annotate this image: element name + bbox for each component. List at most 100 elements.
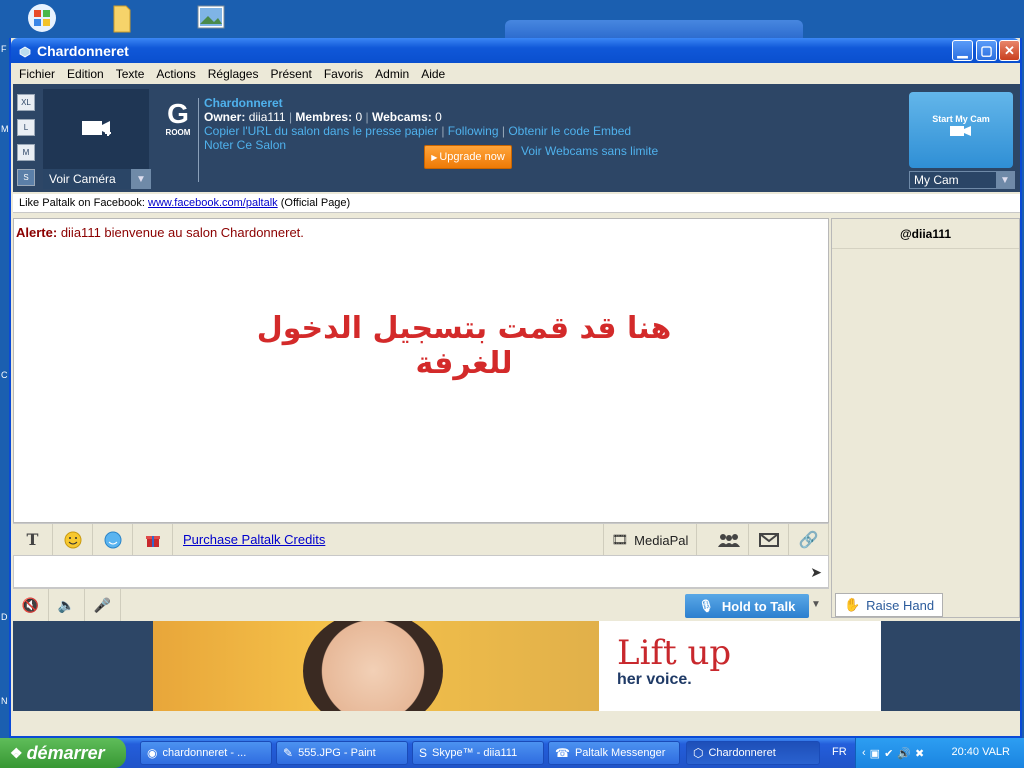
menu-fichier[interactable]: Fichier [13, 67, 61, 81]
menu-admin[interactable]: Admin [369, 67, 415, 81]
user-list-header: @diia111 [832, 219, 1019, 249]
start-button[interactable]: ❖ démarrer [0, 738, 126, 768]
task-paint[interactable]: ✎ 555.JPG - Paint [276, 741, 408, 765]
animated-emoticon-icon[interactable] [93, 523, 133, 556]
room-window: Chardonneret ▁ ▢ ✕ Fichier Edition Texte… [9, 38, 1022, 738]
embed-code-link[interactable]: Obtenir le code Embed [508, 124, 631, 138]
following-link[interactable]: Following [448, 124, 499, 138]
chat-log[interactable]: Alerte: diia111 bienvenue au salon Chard… [13, 218, 829, 523]
owner-label: Owner [204, 110, 242, 124]
members-label: Membres [295, 110, 349, 124]
alert-icon[interactable]: ✖ [915, 747, 924, 760]
alert-message: Alerte: diia111 bienvenue au salon Chard… [16, 225, 304, 240]
webcams-value: 0 [435, 110, 442, 124]
hold-to-talk-label: Hold to Talk [721, 598, 796, 614]
user-list[interactable]: @diia111 [831, 218, 1020, 618]
voir-camera-label: Voir Caméra [49, 172, 116, 186]
room-header: XL L M S Voir Caméra ▼ G ROOM Chardonner… [13, 84, 1020, 192]
girl-photo [303, 621, 443, 711]
text-format-icon[interactable]: T [13, 523, 53, 556]
mute-speaker-icon[interactable]: 🔇 [13, 589, 49, 621]
desktop-edge: FMCDN [1, 44, 9, 706]
chevron-down-icon: ▼ [131, 169, 151, 189]
chevron-down-icon: ▼ [996, 172, 1014, 188]
facebook-suffix: (Official Page) [280, 197, 351, 209]
ad-banner[interactable]: Lift up her voice. [13, 621, 1020, 711]
emoticon-icon[interactable] [53, 523, 93, 556]
size-m-button[interactable]: M [17, 144, 35, 161]
webcams-label: Webcams [371, 110, 428, 124]
chrome-icon: ◉ [147, 746, 158, 760]
send-icon[interactable]: ➤ [810, 564, 822, 581]
maximize-button[interactable]: ▢ [976, 40, 997, 61]
size-xl-button[interactable]: XL [17, 94, 35, 111]
task-label: Chardonneret [708, 747, 776, 759]
facebook-prefix: Like Paltalk on Facebook: [19, 197, 145, 209]
security-icon[interactable]: ✔ [884, 747, 893, 760]
start-cam-label: Start My Cam [932, 114, 990, 124]
task-skype[interactable]: S Skype™ - diia111 [412, 741, 544, 765]
start-my-cam-button[interactable]: Start My Cam [909, 92, 1013, 168]
voir-camera-dropdown[interactable]: Voir Caméra ▼ [43, 169, 151, 189]
volume-icon[interactable]: 🔊 [897, 747, 911, 760]
users-icon[interactable] [709, 524, 749, 556]
hold-to-talk-button[interactable]: 🎙 Hold to Talk [685, 594, 809, 618]
folder-icon[interactable] [110, 2, 144, 34]
mail-icon[interactable] [749, 524, 789, 556]
mic-icon: 🎙 [698, 599, 714, 613]
room-logo-letter: G [167, 98, 189, 129]
raise-hand-button[interactable]: ✋ Raise Hand [835, 593, 943, 617]
windows-flag-icon: ❖ [10, 744, 23, 761]
gift-icon[interactable] [133, 523, 173, 556]
message-input[interactable]: ➤ [13, 555, 829, 588]
image-file-icon[interactable] [196, 2, 230, 34]
menu-present[interactable]: Présent [264, 67, 317, 81]
my-cam-label: My Cam [914, 173, 959, 187]
network-icon[interactable]: ▣ [870, 747, 880, 760]
hand-icon: ✋ [843, 597, 861, 612]
purchase-credits-link[interactable]: Purchase Paltalk Credits [183, 532, 325, 547]
facebook-link[interactable]: www.facebook.com/paltalk [148, 197, 278, 209]
unlimited-webcams-link[interactable]: Voir Webcams sans limite [521, 144, 658, 158]
room-name: Chardonneret [204, 96, 283, 110]
arabic-annotation: هنا قد قمت بتسجيل الدخول للغرفة [256, 311, 672, 381]
menu-texte[interactable]: Texte [110, 67, 151, 81]
mediapal-button[interactable]: 🎞 MediaPal [603, 524, 697, 556]
ad-headline: Lift up [617, 633, 732, 673]
task-paltalk-messenger[interactable]: ☎ Paltalk Messenger [548, 741, 680, 765]
tray-expand-icon[interactable]: ‹ [862, 747, 866, 759]
task-chrome[interactable]: ◉ chardonneret - ... [140, 741, 272, 765]
language-indicator[interactable]: FR [832, 746, 847, 758]
start-label: démarrer [26, 742, 105, 763]
minimize-button[interactable]: ▁ [952, 40, 973, 61]
close-button[interactable]: ✕ [999, 40, 1020, 61]
menu-reglages[interactable]: Réglages [202, 67, 265, 81]
menu-favoris[interactable]: Favoris [318, 67, 369, 81]
window-title: Chardonneret [37, 42, 129, 59]
menu-aide[interactable]: Aide [415, 67, 451, 81]
menu-edition[interactable]: Edition [61, 67, 110, 81]
alert-text: diia111 bienvenue au salon Chardonneret. [60, 225, 304, 240]
size-l-button[interactable]: L [17, 119, 35, 136]
menu-bar: Fichier Edition Texte Actions Réglages P… [13, 64, 1020, 84]
ad-text-panel: Lift up her voice. [599, 621, 881, 711]
video-camera-icon [949, 126, 973, 140]
members-value: 0 [355, 110, 363, 124]
windows-logo-icon[interactable] [26, 2, 60, 34]
my-cam-dropdown[interactable]: My Cam ▼ [909, 171, 1015, 189]
link-icon[interactable]: 🔗 [789, 524, 829, 556]
copy-url-link[interactable]: Copier l'URL du salon dans le presse pap… [204, 124, 438, 138]
task-label: Skype™ - diia111 [432, 747, 518, 759]
speaker-volume-icon[interactable]: 🔈 [49, 589, 85, 621]
paltalk-room-icon: ⬡ [693, 746, 704, 760]
microphone-icon[interactable]: 🎤 [85, 589, 121, 621]
upgrade-label: Upgrade now [439, 151, 505, 163]
skype-icon: S [419, 746, 428, 760]
ad-photo [153, 621, 599, 711]
menu-actions[interactable]: Actions [150, 67, 201, 81]
title-bar[interactable]: Chardonneret ▁ ▢ ✕ [11, 38, 1020, 63]
task-chardonneret[interactable]: ⬡ Chardonneret [686, 741, 820, 765]
size-s-button[interactable]: S [17, 169, 35, 186]
chevron-down-icon[interactable]: ▼ [811, 599, 821, 610]
upgrade-now-button[interactable]: ▶ Upgrade now [424, 145, 512, 169]
